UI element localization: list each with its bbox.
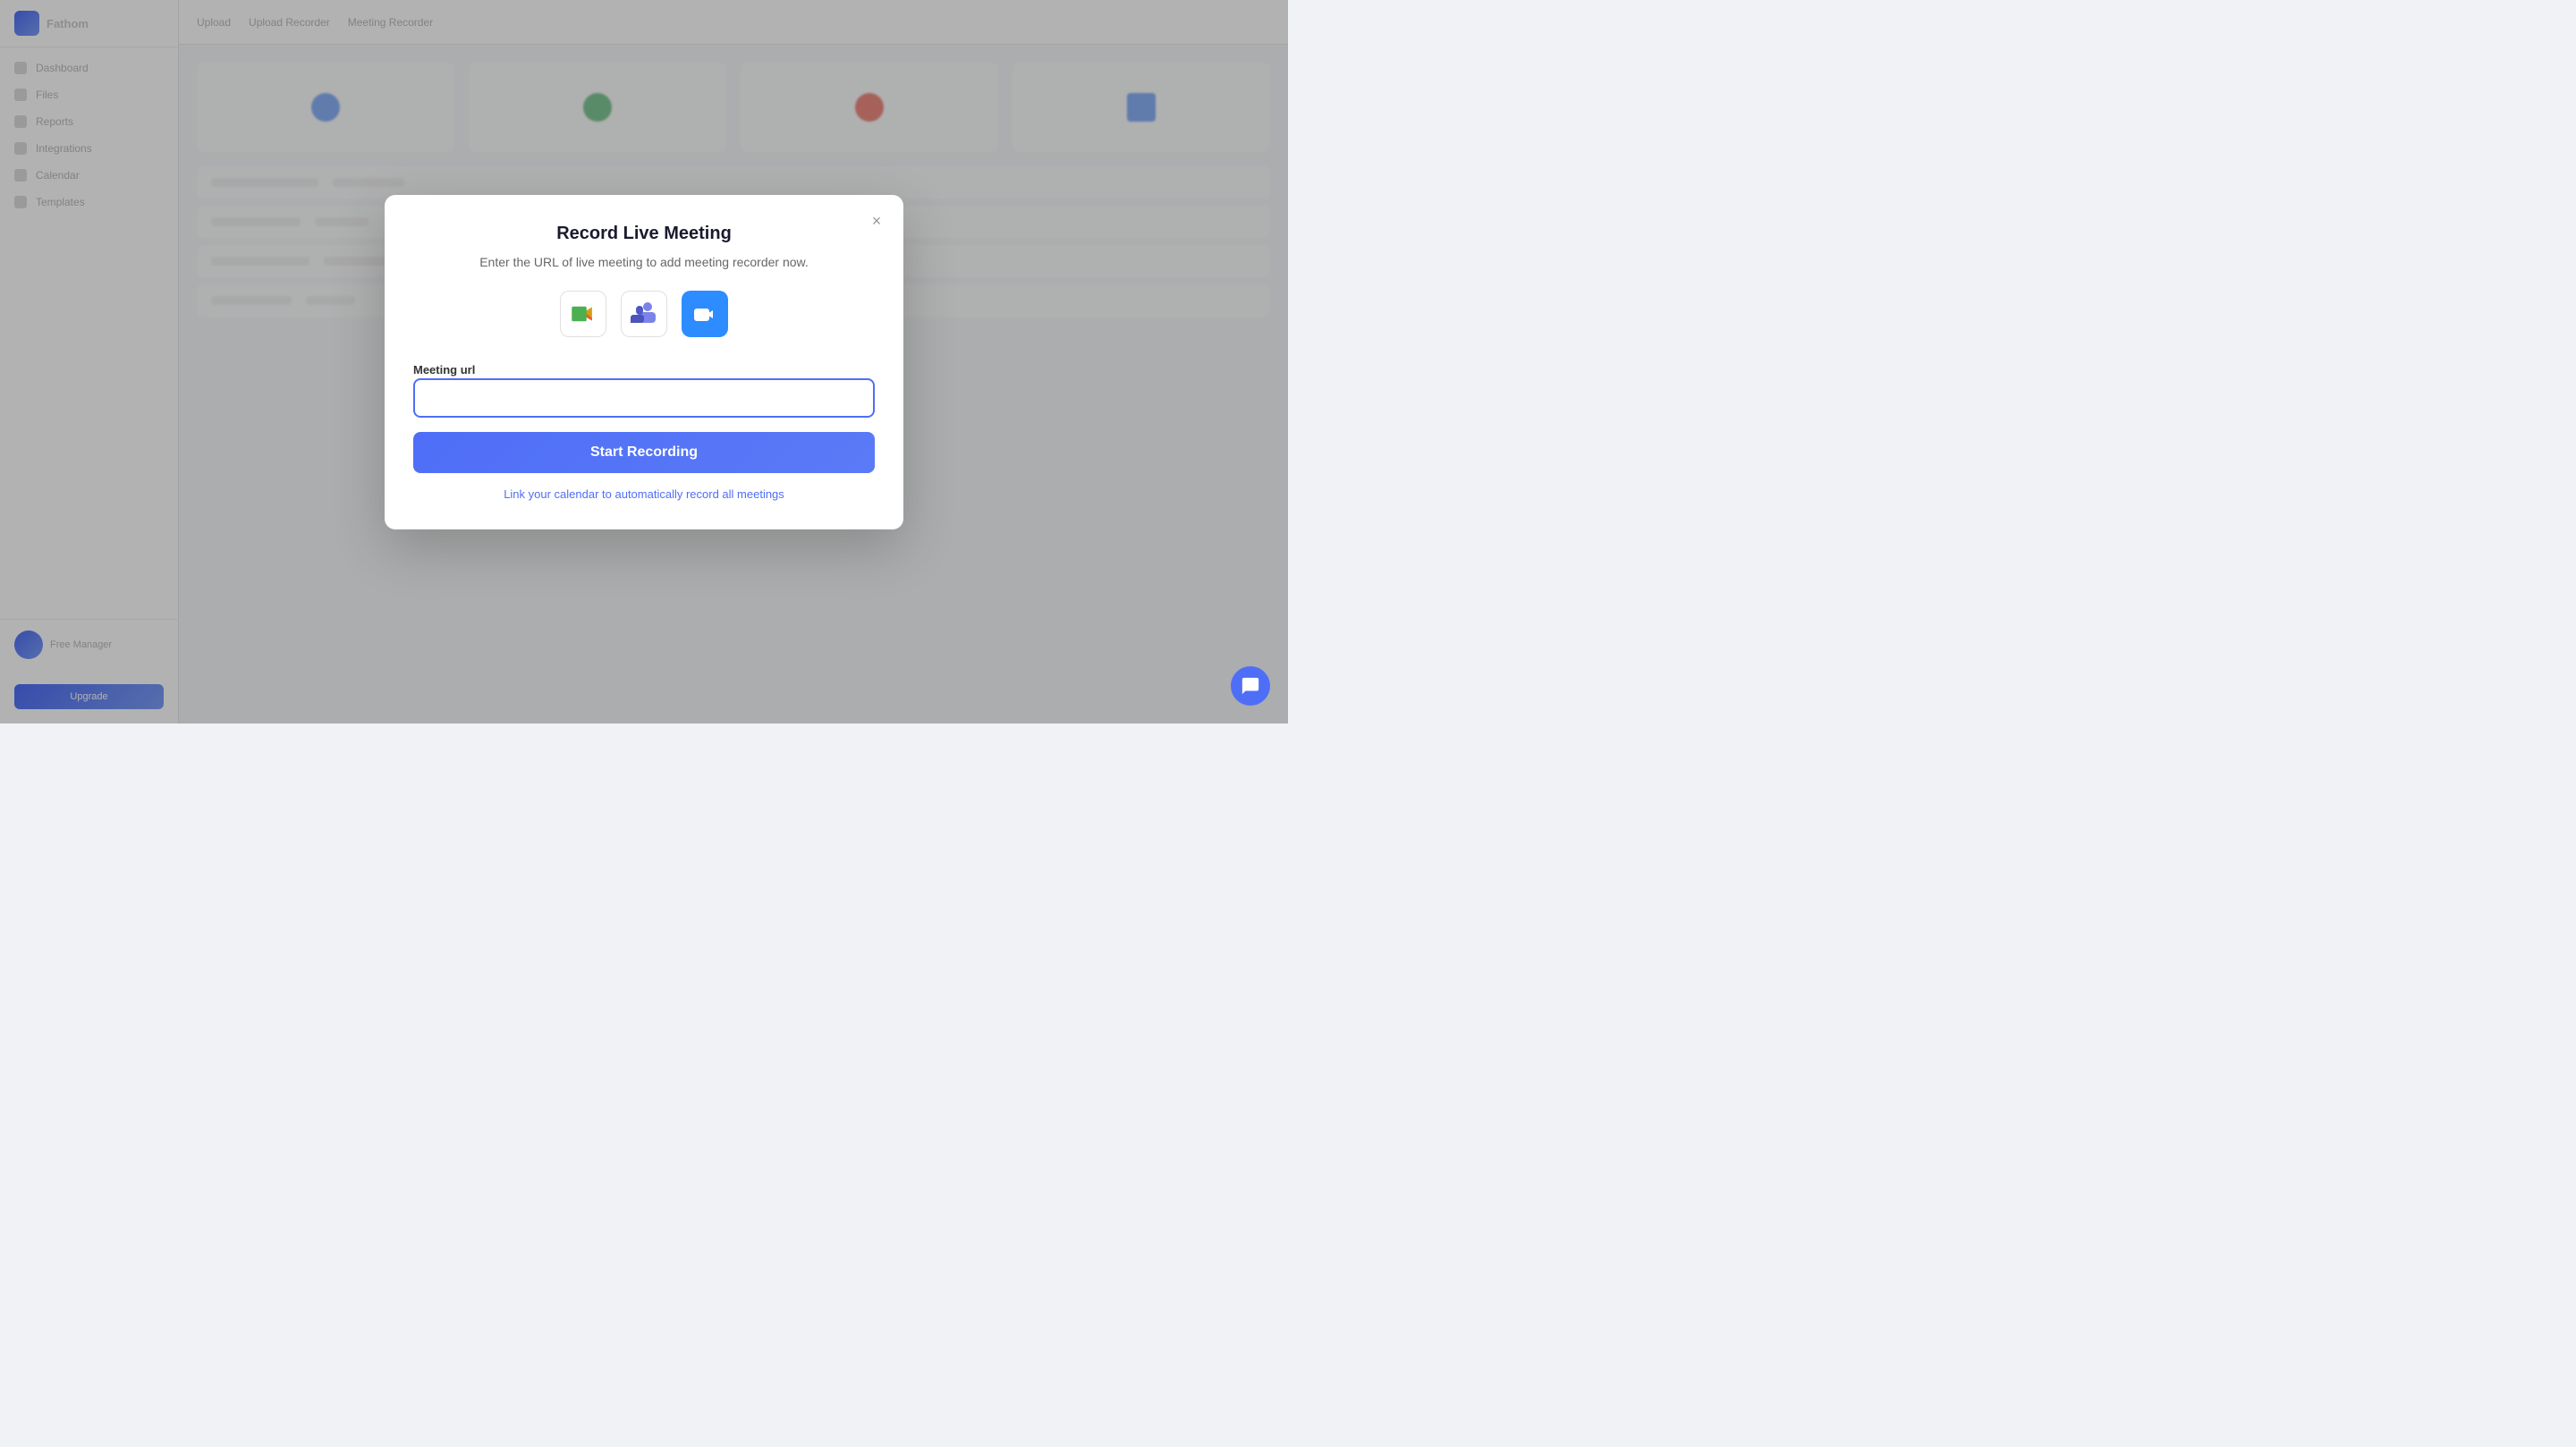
modal-close-button[interactable]: × — [864, 209, 889, 234]
modal-subtitle: Enter the URL of live meeting to add mee… — [413, 255, 875, 269]
google-meet-icon[interactable] — [560, 291, 606, 337]
record-meeting-modal: × Record Live Meeting Enter the URL of l… — [385, 195, 903, 529]
calendar-link[interactable]: Link your calendar to automatically reco… — [413, 487, 875, 501]
ms-teams-icon[interactable] — [621, 291, 667, 337]
chat-bubble-button[interactable] — [1231, 666, 1270, 706]
modal-title: Record Live Meeting — [413, 224, 875, 244]
meeting-url-input[interactable] — [413, 378, 875, 418]
meeting-url-label: Meeting url — [413, 363, 475, 377]
meeting-platform-icons — [413, 291, 875, 337]
zoom-icon[interactable] — [682, 291, 728, 337]
start-recording-button[interactable]: Start Recording — [413, 432, 875, 473]
modal-overlay: × Record Live Meeting Enter the URL of l… — [0, 0, 1288, 724]
close-icon: × — [872, 212, 882, 231]
